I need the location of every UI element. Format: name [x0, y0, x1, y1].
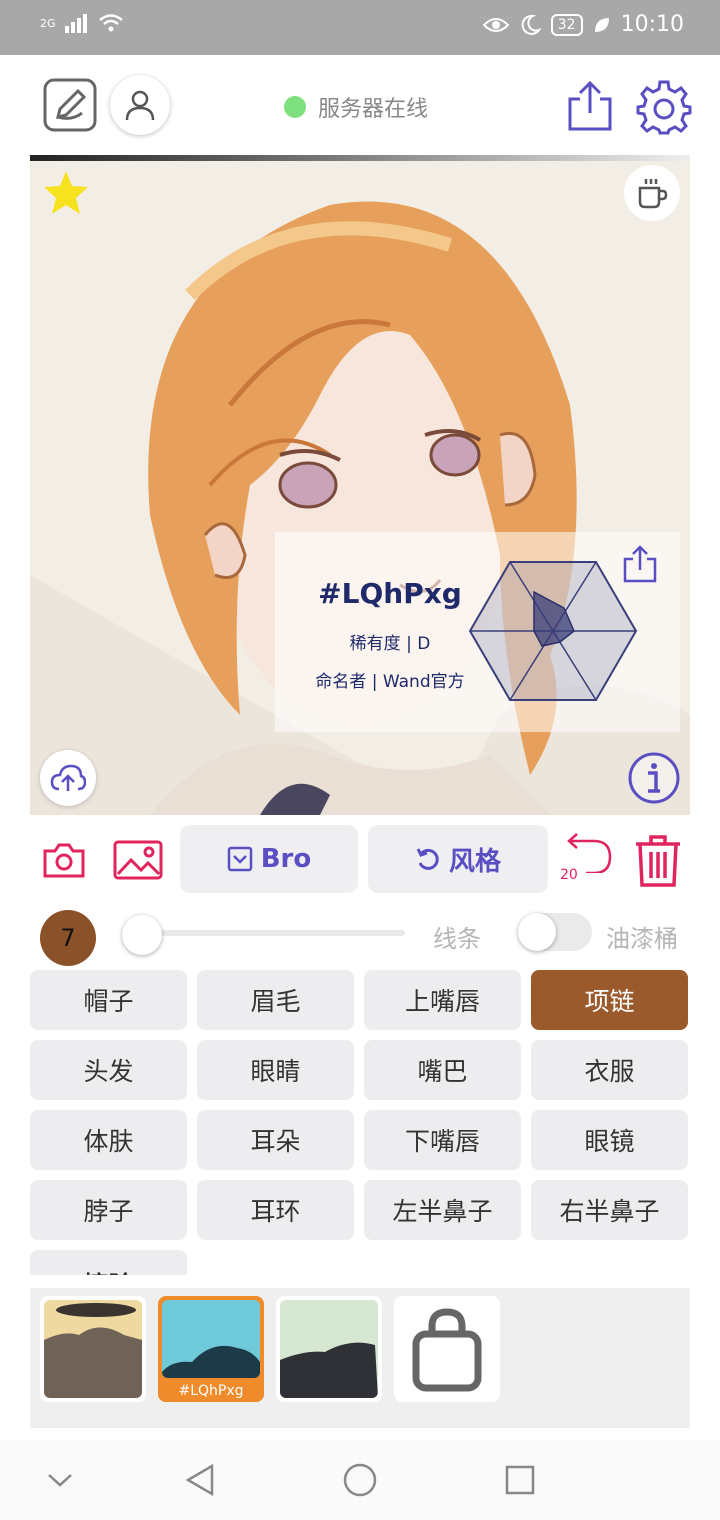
thumbnail-caption: #LQhPxg [158, 1380, 264, 1402]
part-chip-ears[interactable]: 耳朵 [197, 1110, 354, 1170]
brush-size-track[interactable] [130, 930, 405, 936]
image-icon [113, 840, 163, 880]
coffee-cup-icon [638, 179, 668, 209]
history-thumbnails: #LQhPxg [30, 1288, 690, 1428]
star-icon [44, 171, 88, 214]
character-info-card: #LQhPxg 稀有度 | D 命名者 | Wand官方 [275, 532, 680, 732]
part-chip-eyes[interactable]: 眼睛 [197, 1040, 354, 1100]
thumbnail-item[interactable] [40, 1296, 146, 1402]
part-chip-lower-lip[interactable]: 下嘴唇 [364, 1110, 521, 1170]
battery-level: 32 [550, 13, 583, 36]
attribute-hexagon-chart [468, 561, 638, 701]
recents-square-icon [505, 1465, 535, 1495]
tool-row: Bro 风格 20 [30, 825, 690, 897]
back-triangle-icon [185, 1463, 214, 1497]
nav-back-button[interactable] [180, 1460, 220, 1500]
server-status-label: 服务器在线 [318, 97, 429, 122]
wifi-icon [98, 14, 123, 32]
clock: 10:10 [620, 12, 684, 37]
gallery-button[interactable] [112, 837, 164, 883]
rotate-icon [416, 848, 439, 870]
brush-settings-row: 7 线条 油漆桶 [30, 905, 690, 966]
info-button[interactable] [626, 750, 682, 806]
bro-label: Bro [260, 844, 312, 874]
nav-collapse-button[interactable] [40, 1460, 80, 1500]
leaf-icon [594, 17, 609, 32]
line-mode-label: 线条 [433, 925, 481, 953]
status-dot [284, 96, 306, 118]
status-bar: 2G 32 10:10 [0, 0, 720, 55]
signal-icon [64, 14, 87, 33]
part-chip-mouth[interactable]: 嘴巴 [364, 1040, 521, 1100]
profile-button[interactable] [110, 75, 170, 135]
edit-button[interactable] [42, 77, 98, 133]
part-chip-hair[interactable]: 头发 [30, 1040, 187, 1100]
network-type: 2G [40, 16, 56, 30]
settings-button[interactable] [636, 79, 692, 135]
shopping-bag-icon [412, 1308, 482, 1392]
share-icon [623, 545, 657, 583]
undo-count: 20 [560, 867, 578, 883]
top-bar: 服务器在线 [0, 55, 720, 155]
bro-button[interactable]: Bro [180, 825, 358, 893]
share-button[interactable] [566, 79, 614, 133]
thumbnail-art [280, 1300, 378, 1398]
undo-button[interactable]: 20 [558, 833, 614, 889]
home-circle-icon [343, 1463, 377, 1497]
trash-icon [636, 835, 680, 887]
part-chip-clothes[interactable]: 衣服 [531, 1040, 688, 1100]
part-chip-erase[interactable]: 擦除 [30, 1250, 187, 1275]
share-icon [568, 80, 612, 131]
paint-bucket-label: 油漆桶 [606, 925, 678, 953]
part-chip-right-nose[interactable]: 右半鼻子 [531, 1180, 688, 1240]
nav-recents-button[interactable] [500, 1460, 540, 1500]
chevron-down-icon [48, 1474, 72, 1487]
info-icon [628, 752, 680, 804]
part-chip-earrings[interactable]: 耳环 [197, 1180, 354, 1240]
bucket-toggle[interactable] [518, 913, 592, 951]
card-share-button[interactable] [622, 544, 658, 584]
style-button[interactable]: 风格 [368, 825, 548, 893]
shop-bag-button[interactable] [394, 1296, 500, 1402]
thumbnail-art [162, 1300, 260, 1378]
brush-size-indicator[interactable]: 7 [40, 910, 96, 966]
part-selector-grid: 帽子 眉毛 上嘴唇 项链 头发 眼睛 嘴巴 衣服 体肤 耳朵 下嘴唇 眼镜 脖子… [30, 970, 690, 1275]
cloud-upload-icon [50, 764, 86, 791]
gear-icon [636, 80, 692, 135]
part-chip-neck[interactable]: 脖子 [30, 1180, 187, 1240]
part-chip-necklace[interactable]: 项链 [531, 970, 688, 1030]
toggle-knob [518, 913, 556, 951]
camera-button[interactable] [40, 839, 88, 881]
server-status: 服务器在线 [284, 91, 428, 123]
eye-icon [482, 17, 509, 32]
part-chip-skin[interactable]: 体肤 [30, 1110, 187, 1170]
brush-size-value: 7 [60, 924, 76, 952]
thumbnail-item-selected[interactable]: #LQhPxg [158, 1296, 264, 1402]
nav-home-button[interactable] [340, 1460, 380, 1500]
coffee-button[interactable] [624, 165, 680, 221]
camera-icon [43, 843, 85, 878]
part-chip-hat[interactable]: 帽子 [30, 970, 187, 1030]
part-chip-upper-lip[interactable]: 上嘴唇 [364, 970, 521, 1030]
upload-button[interactable] [40, 750, 96, 806]
part-chip-glasses[interactable]: 眼镜 [531, 1110, 688, 1170]
checkbox-icon [227, 846, 252, 872]
brush-size-slider-thumb[interactable] [122, 915, 162, 955]
delete-button[interactable] [630, 833, 686, 889]
part-chip-eyebrows[interactable]: 眉毛 [197, 970, 354, 1030]
edit-icon [43, 78, 97, 132]
canvas-top-edge [30, 155, 690, 161]
user-icon [125, 90, 155, 121]
moon-icon [521, 14, 541, 35]
system-navigation-bar [0, 1440, 720, 1520]
thumbnail-item[interactable] [276, 1296, 382, 1402]
part-chip-left-nose[interactable]: 左半鼻子 [364, 1180, 521, 1240]
drawing-canvas[interactable]: #LQhPxg 稀有度 | D 命名者 | Wand官方 [30, 155, 690, 815]
style-label: 风格 [448, 846, 501, 877]
thumbnail-art [44, 1300, 142, 1398]
favorite-star-button[interactable] [40, 167, 92, 219]
